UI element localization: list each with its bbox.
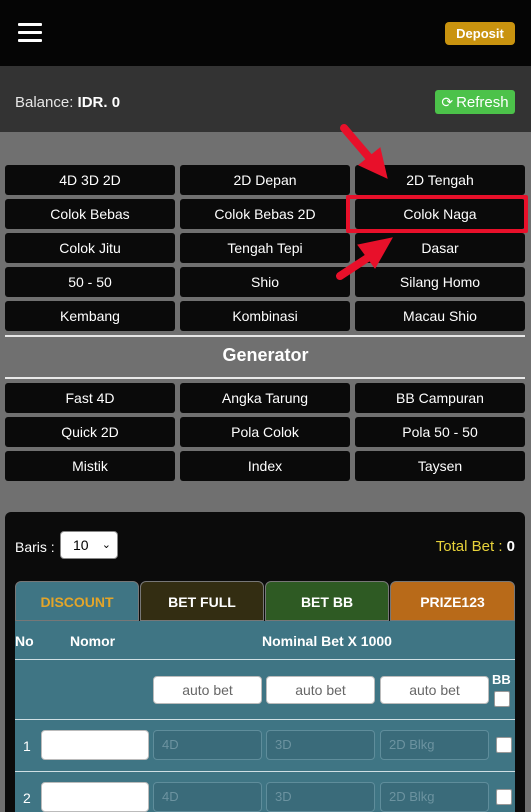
bb-all-checkbox[interactable] [494,691,510,707]
game-2d-depan-button[interactable]: 2D Depan [180,165,350,195]
row-bb-checkbox[interactable] [496,789,512,805]
divider [5,335,525,337]
refresh-label: Refresh [456,94,509,111]
total-bet-value: 0 [506,538,515,555]
game-type-grid: 4D 3D 2D 2D Depan 2D Tengah Colok Bebas … [5,165,525,331]
bet-2d-input[interactable]: 2D Blkg [380,782,489,812]
bet-tabs: DISCOUNT BET FULL BET BB PRIZE123 [15,581,515,621]
total-bet: Total Bet : 0 [436,538,515,555]
generator-fast-4d-button[interactable]: Fast 4D [5,383,175,413]
game-50-50-button[interactable]: 50 - 50 [5,267,175,297]
row-number: 2 [23,790,31,806]
balance-label: Balance: [15,94,74,111]
game-kembang-button[interactable]: Kembang [5,301,175,331]
auto-bet-3d-input[interactable]: auto bet [266,676,375,704]
row-divider [15,719,515,720]
game-tengah-tepi-button[interactable]: Tengah Tepi [180,233,350,263]
refresh-button[interactable]: ⟳ Refresh [435,90,515,114]
row-number: 1 [23,738,31,754]
menu-icon[interactable] [18,23,42,43]
generator-pola-colok-button[interactable]: Pola Colok [180,417,350,447]
bet-panel: Baris : 10 ⌄ Total Bet : 0 DISCOUNT BET … [5,512,525,812]
generator-grid: Fast 4D Angka Tarung BB Campuran Quick 2… [5,383,525,481]
highlight-box [346,195,528,233]
top-bar: Deposit [0,0,531,66]
bet-4d-input[interactable]: 4D [153,782,262,812]
generator-bb-campuran-button[interactable]: BB Campuran [355,383,525,413]
game-colok-bebas-button[interactable]: Colok Bebas [5,199,175,229]
auto-bet-2d-input[interactable]: auto bet [380,676,489,704]
row-divider [15,771,515,772]
balance-display: Balance: IDR. 0 [15,94,120,111]
column-nominal: Nominal Bet X 1000 [262,633,392,649]
deposit-button[interactable]: Deposit [445,22,515,45]
generator-taysen-button[interactable]: Taysen [355,451,525,481]
auto-bet-4d-input[interactable]: auto bet [153,676,262,704]
generator-mistik-button[interactable]: Mistik [5,451,175,481]
game-macau-shio-button[interactable]: Macau Shio [355,301,525,331]
bet-3d-input[interactable]: 3D [266,730,375,760]
total-bet-label: Total Bet : [435,538,503,555]
bet-2d-input[interactable]: 2D Blkg [380,730,489,760]
generator-title: Generator [222,345,309,365]
balance-bar: Balance: IDR. 0 ⟳ Refresh [0,66,531,132]
baris-select[interactable]: 10 ⌄ [60,531,118,559]
tab-prize123[interactable]: PRIZE123 [390,581,515,621]
game-shio-button[interactable]: Shio [180,267,350,297]
game-kombinasi-button[interactable]: Kombinasi [180,301,350,331]
chevron-down-icon: ⌄ [101,539,111,551]
game-silang-homo-button[interactable]: Silang Homo [355,267,525,297]
bet-3d-input[interactable]: 3D [266,782,375,812]
refresh-icon: ⟳ [441,94,454,110]
baris-value: 10 [73,537,89,553]
tab-bet-bb[interactable]: BET BB [265,581,389,621]
tab-discount[interactable]: DISCOUNT [15,581,139,621]
game-dasar-button[interactable]: Dasar [355,233,525,263]
generator-index-button[interactable]: Index [180,451,350,481]
arrow-down-icon [340,124,377,166]
generator-angka-tarung-button[interactable]: Angka Tarung [180,383,350,413]
column-nomor: Nomor [70,633,116,649]
balance-value: IDR. 0 [77,94,121,111]
game-4d3d2d-button[interactable]: 4D 3D 2D [5,165,175,195]
tab-bet-full[interactable]: BET FULL [140,581,264,621]
column-no: No [15,633,34,649]
row-bb-checkbox[interactable] [496,737,512,753]
baris-label: Baris : [15,539,55,555]
game-colok-jitu-button[interactable]: Colok Jitu [5,233,175,263]
bet-4d-input[interactable]: 4D [153,730,262,760]
generator-quick-2d-button[interactable]: Quick 2D [5,417,175,447]
game-2d-tengah-button[interactable]: 2D Tengah [355,165,525,195]
generator-pola-50-50-button[interactable]: Pola 50 - 50 [355,417,525,447]
nomor-input[interactable] [41,730,149,760]
bet-table: No Nomor Nominal Bet X 1000 auto bet aut… [15,621,515,812]
nomor-input[interactable] [41,782,149,812]
row-divider [15,659,515,660]
game-colok-bebas-2d-button[interactable]: Colok Bebas 2D [180,199,350,229]
divider [5,377,525,379]
bb-label: BB [492,672,511,687]
